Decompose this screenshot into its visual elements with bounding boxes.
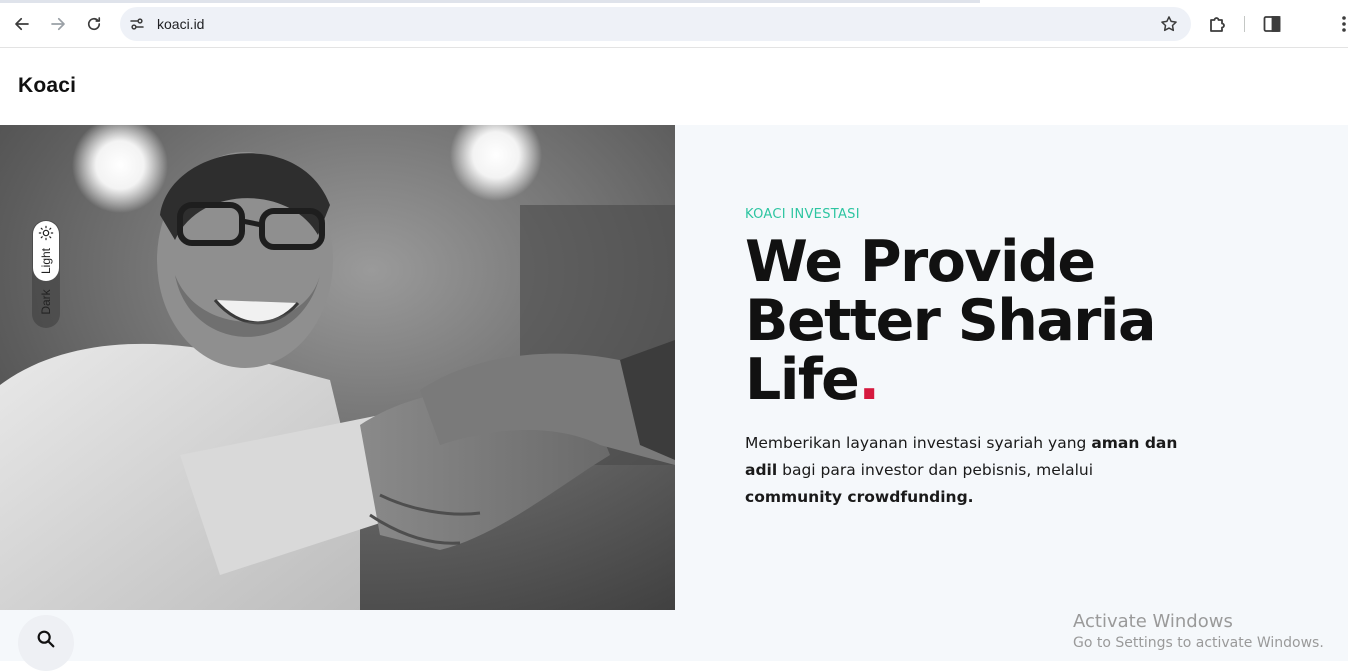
address-bar[interactable]: koaci.id <box>120 7 1191 41</box>
lead-bold-2: community crowdfunding. <box>745 488 974 506</box>
star-icon[interactable] <box>1159 14 1179 34</box>
back-button[interactable] <box>8 10 36 38</box>
site-header: Koaci <box>0 48 1348 125</box>
more-vert-icon[interactable] <box>1334 12 1348 36</box>
lead-text-1: Memberikan layanan investasi syariah yan… <box>745 434 1092 452</box>
hero-headline: We Provide Better Sharia Life. <box>745 233 1245 410</box>
theme-toggle[interactable]: Light Dark <box>32 220 60 328</box>
forward-button[interactable] <box>44 10 72 38</box>
puzzle-icon[interactable] <box>1206 12 1230 36</box>
theme-dark-label: Dark <box>39 289 53 315</box>
headline-line-2: Better Sharia <box>745 288 1156 354</box>
windows-activation-watermark: Activate Windows Go to Settings to activ… <box>1073 611 1324 651</box>
side-panel-icon[interactable] <box>1260 12 1284 36</box>
reload-button[interactable] <box>80 10 108 38</box>
theme-light-label: Light <box>39 247 53 275</box>
toolbar-divider <box>1244 16 1245 32</box>
handshake-photo <box>0 125 675 610</box>
watermark-title: Activate Windows <box>1073 611 1233 632</box>
lead-text-2: bagi para investor dan pebisnis, melalui <box>777 461 1094 479</box>
theme-dark-option[interactable]: Dark <box>33 282 59 326</box>
tune-icon[interactable] <box>128 15 146 33</box>
arrow-left-icon <box>15 17 29 31</box>
reload-icon <box>87 17 101 31</box>
headline-line-1: We Provide <box>745 229 1096 295</box>
theme-light-option[interactable]: Light <box>33 221 59 281</box>
browser-toolbar: koaci.id <box>0 0 1348 48</box>
hero-image-handshake: Light Dark <box>0 125 675 610</box>
hero-eyebrow: KOACI INVESTASI <box>745 207 860 222</box>
headline-line-3: Life <box>745 347 860 413</box>
headline-dot: . <box>858 347 880 413</box>
hero-lead: Memberikan layanan investasi syariah yan… <box>745 430 1185 511</box>
arrow-right-icon <box>51 17 65 31</box>
sun-icon <box>38 225 54 241</box>
search-icon <box>37 630 55 648</box>
watermark-subtitle: Go to Settings to activate Windows. <box>1073 635 1324 651</box>
site-logo[interactable]: Koaci <box>18 74 76 98</box>
search-button[interactable] <box>18 615 74 671</box>
tab-strip-edge <box>0 0 980 3</box>
url-text[interactable]: koaci.id <box>157 16 204 32</box>
hero-section: Light Dark KOACI INVESTASI We Provide Be… <box>0 125 1348 671</box>
